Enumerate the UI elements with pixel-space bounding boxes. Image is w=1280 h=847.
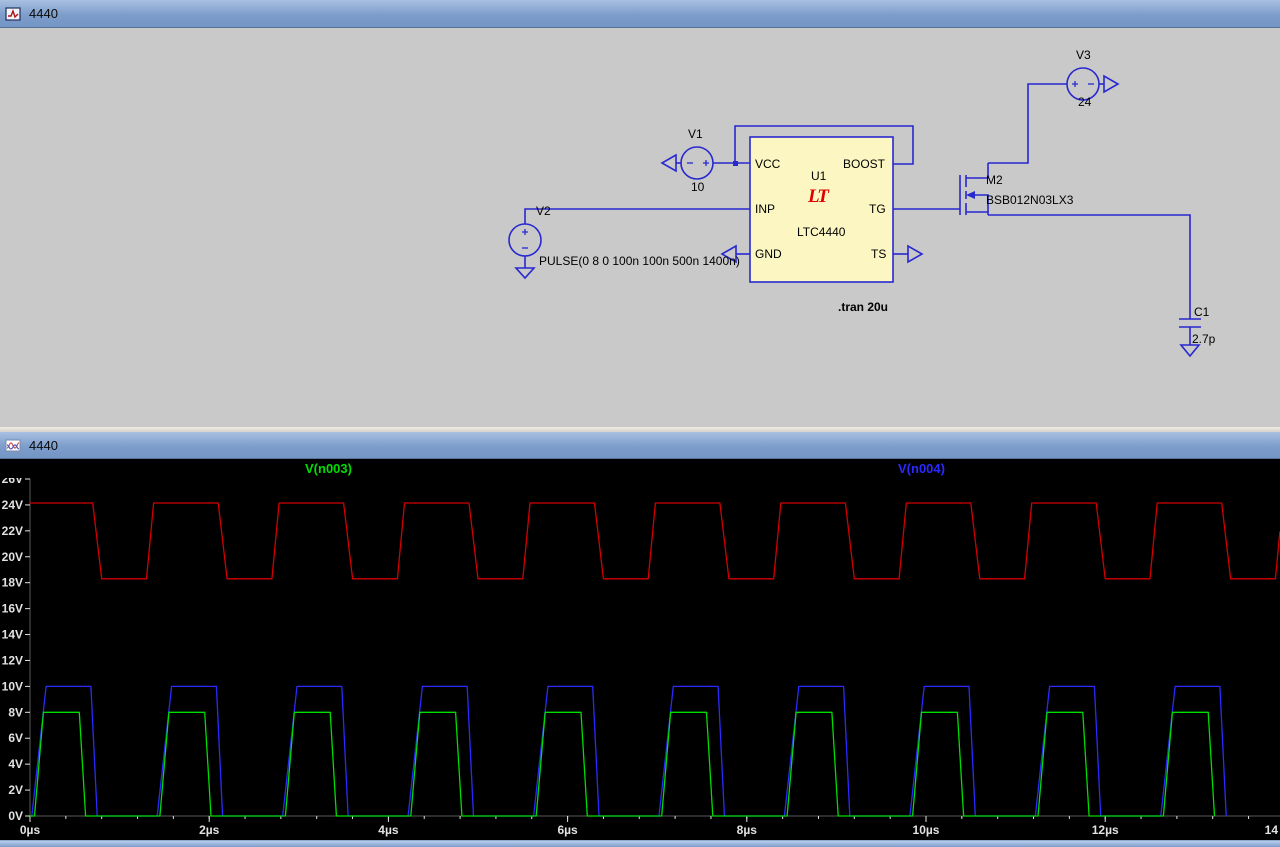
waveform-window: 4440 V(n003) V(n004) 0V 2V 4V 6V 8V 10V 12V 14V… [0, 432, 1280, 840]
lt-logo-icon: LT [808, 186, 829, 207]
svg-text:10V: 10V [2, 679, 23, 693]
plot-svg[interactable]: 0V 2V 4V 6V 8V 10V 12V 14V 16V 18V 20V 22V 24V 26V 0µs… [0, 472, 1280, 840]
u1-pin-vcc-label: VCC [755, 157, 781, 171]
svg-text:18V: 18V [2, 576, 23, 590]
c1-value-label[interactable]: 2.7p [1192, 332, 1215, 346]
v2-ref-label[interactable]: V2 [536, 204, 551, 218]
u1-pin-gnd-label: GND [755, 247, 782, 261]
spice-directive-label[interactable]: .tran 20u [838, 300, 888, 314]
m2-nmos-transistor[interactable] [959, 163, 989, 215]
svg-text:20V: 20V [2, 550, 23, 564]
bottom-window-edge[interactable] [0, 840, 1280, 847]
source-wire[interactable] [988, 214, 1191, 319]
waveform-document-icon [4, 436, 22, 454]
svg-text:0V: 0V [8, 809, 23, 823]
v1-voltage-source[interactable] [676, 146, 750, 180]
svg-text:2V: 2V [8, 783, 23, 797]
svg-text:14V: 14V [2, 628, 23, 642]
wire-junction-dot [733, 161, 738, 166]
trace-legend: V(n003) V(n004) [0, 459, 1280, 478]
v1-ref-label[interactable]: V1 [688, 127, 703, 141]
m2-part-label[interactable]: BSB012N03LX3 [986, 193, 1073, 207]
u1-pin-boost-label: BOOST [843, 157, 886, 171]
svg-text:10µs: 10µs [913, 823, 940, 837]
ltspice-app: 4440 V1 10 V2 PULSE(0 8 0 100n 100n 500n… [0, 0, 1280, 847]
svg-text:26V: 26V [2, 478, 23, 486]
legend-vn003[interactable]: V(n003) [305, 461, 352, 476]
svg-text:6V: 6V [8, 731, 23, 745]
svg-text:4V: 4V [8, 757, 23, 771]
svg-text:0µs: 0µs [20, 823, 41, 837]
waveform-plot[interactable]: 0V 2V 4V 6V 8V 10V 12V 14V 16V 18V 20V 22V 24V 26V 0µs… [0, 472, 1280, 840]
waveform-window-title: 4440 [29, 437, 58, 453]
drain-wire[interactable] [988, 83, 1067, 164]
u1-pin-ts-label: TS [871, 247, 887, 261]
svg-text:2µs: 2µs [199, 823, 220, 837]
waveform-titlebar[interactable]: 4440 [0, 432, 1280, 459]
schematic-document-icon [4, 5, 22, 23]
port-arrow-icon[interactable] [1103, 74, 1120, 94]
u1-pin-inp-label: INP [755, 202, 776, 216]
svg-text:16V: 16V [2, 602, 23, 616]
u1-pin-tg-label: TG [869, 202, 886, 216]
svg-text:14: 14 [1265, 823, 1279, 837]
schematic-window-title: 4440 [29, 6, 58, 21]
trace-red [30, 502, 1280, 580]
ground-icon[interactable] [514, 267, 536, 280]
svg-text:6µs: 6µs [557, 823, 578, 837]
svg-text:12V: 12V [2, 653, 23, 667]
ground-icon[interactable] [1179, 344, 1201, 358]
svg-text:12µs: 12µs [1092, 823, 1119, 837]
schematic-window: 4440 V1 10 V2 PULSE(0 8 0 100n 100n 500n… [0, 0, 1280, 427]
svg-text:4µs: 4µs [378, 823, 399, 837]
svg-text:8µs: 8µs [737, 823, 758, 837]
v2-value-label[interactable]: PULSE(0 8 0 100n 100n 500n 1400n) [539, 254, 740, 268]
v1-value-label[interactable]: 10 [691, 180, 704, 194]
v3-ref-label[interactable]: V3 [1076, 48, 1091, 62]
svg-text:22V: 22V [2, 524, 23, 538]
schematic-canvas[interactable]: V1 10 V2 PULSE(0 8 0 100n 100n 500n 1400… [0, 28, 1280, 427]
port-arrow-icon[interactable] [660, 153, 677, 173]
u1-ref-label[interactable]: U1 [811, 169, 826, 183]
m2-ref-label[interactable]: M2 [986, 173, 1003, 187]
schematic-titlebar[interactable]: 4440 [0, 0, 1280, 28]
svg-text:24V: 24V [2, 498, 23, 512]
c1-ref-label[interactable]: C1 [1194, 305, 1209, 319]
u1-part-label[interactable]: LTC4440 [797, 225, 845, 239]
svg-text:8V: 8V [8, 705, 23, 719]
legend-vn004[interactable]: V(n004) [898, 461, 945, 476]
port-arrow-icon[interactable] [907, 244, 924, 264]
v3-value-label[interactable]: 24 [1078, 95, 1091, 109]
